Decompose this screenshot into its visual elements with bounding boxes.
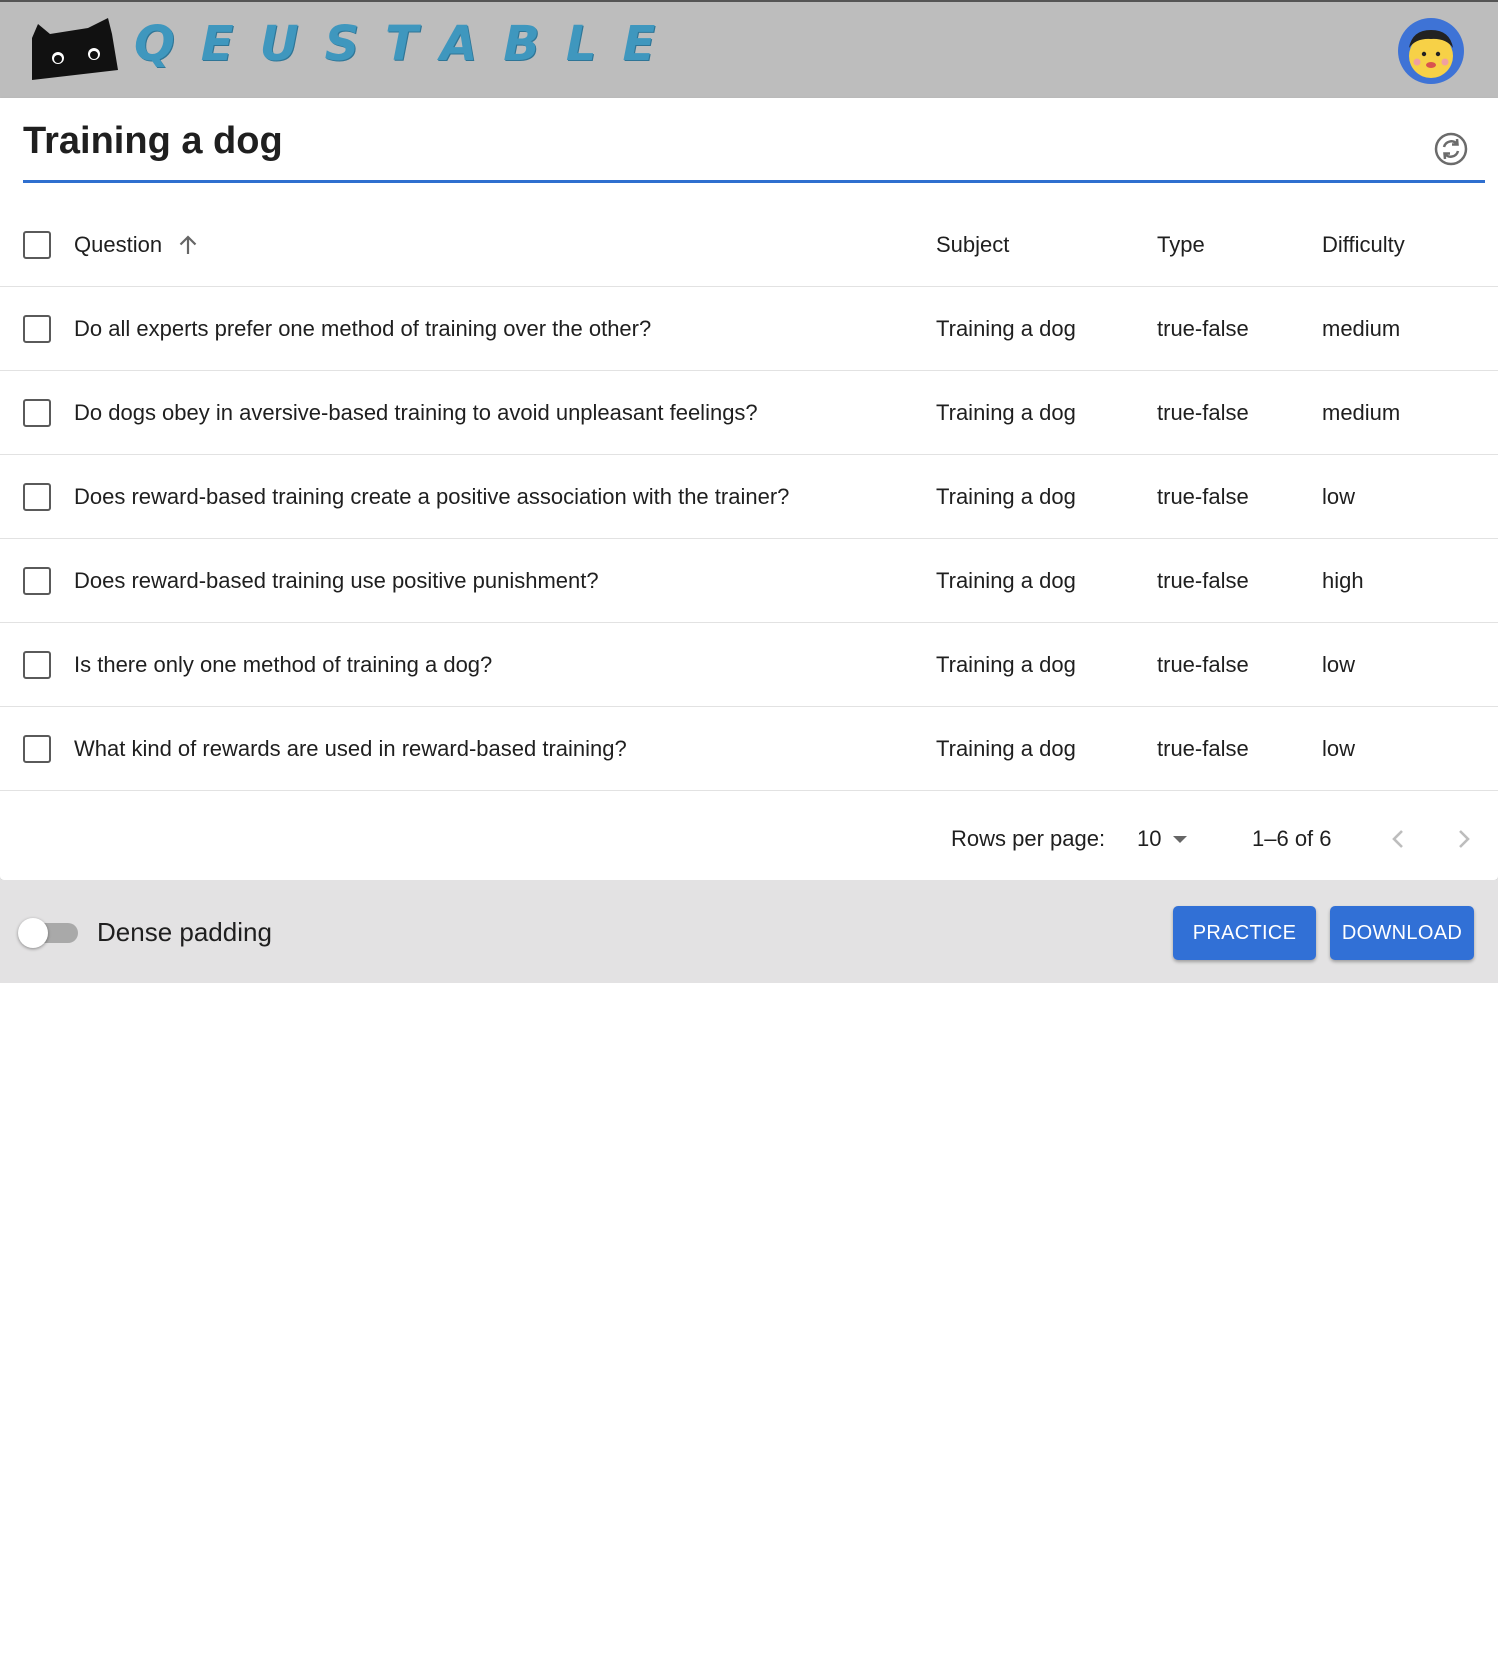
table-row[interactable]: Is there only one method of training a d… xyxy=(0,623,1498,707)
app-logo-text: QEUSTABLE xyxy=(134,16,682,72)
previous-page-icon[interactable] xyxy=(1378,818,1420,860)
subject-cell: Training a dog xyxy=(936,736,1076,761)
row-checkbox[interactable] xyxy=(23,735,51,763)
column-header-difficulty[interactable]: Difficulty xyxy=(1322,203,1405,287)
practice-button[interactable]: PRACTICE xyxy=(1173,906,1316,960)
question-cell: Do all experts prefer one method of trai… xyxy=(74,316,652,341)
refresh-icon[interactable] xyxy=(1432,130,1470,168)
difficulty-cell: medium xyxy=(1322,400,1401,425)
page-title: Training a dog xyxy=(23,120,283,162)
table-row[interactable]: What kind of rewards are used in reward-… xyxy=(0,707,1498,791)
subject-cell: Training a dog xyxy=(936,484,1076,509)
type-cell: true-false xyxy=(1157,568,1249,593)
rows-per-page-label: Rows per page: xyxy=(951,826,1106,851)
rows-per-page-select[interactable]: 10 xyxy=(1136,816,1196,862)
row-checkbox[interactable] xyxy=(23,399,51,427)
column-header-subject[interactable]: Subject xyxy=(936,203,1009,287)
type-cell: true-false xyxy=(1157,316,1249,341)
difficulty-cell: medium xyxy=(1322,316,1401,341)
table-header-row: Question Subject Type Difficulty xyxy=(0,203,1498,287)
column-header-question[interactable]: Question xyxy=(74,203,162,287)
subject-cell: Training a dog xyxy=(936,316,1076,341)
type-cell: true-false xyxy=(1157,400,1249,425)
download-button[interactable]: DOWNLOAD xyxy=(1330,906,1474,960)
dense-padding-toggle[interactable] xyxy=(18,916,80,948)
difficulty-cell: low xyxy=(1322,652,1356,677)
type-cell: true-false xyxy=(1157,736,1249,761)
sort-ascending-icon[interactable] xyxy=(176,233,200,257)
subject-cell: Training a dog xyxy=(936,568,1076,593)
question-cell: What kind of rewards are used in reward-… xyxy=(74,736,627,761)
column-header-type[interactable]: Type xyxy=(1157,203,1205,287)
table-row[interactable]: Do all experts prefer one method of trai… xyxy=(0,287,1498,371)
table-controls-bar: Dense padding PRACTICE DOWNLOAD xyxy=(0,880,1498,983)
difficulty-cell: low xyxy=(1322,484,1356,509)
question-cell: Does reward-based training create a posi… xyxy=(74,484,790,509)
row-checkbox[interactable] xyxy=(23,567,51,595)
rows-per-page-value: 10 xyxy=(1137,826,1162,851)
question-table-card: Training a dog Question Subject Type Dif… xyxy=(0,98,1498,880)
row-checkbox[interactable] xyxy=(23,483,51,511)
toggle-thumb xyxy=(18,918,48,948)
top-app-bar: QEUSTABLE xyxy=(0,0,1498,98)
type-cell: true-false xyxy=(1157,484,1249,509)
table-pagination: Rows per page: 10 1–6 of 6 xyxy=(0,798,1498,880)
type-cell: true-false xyxy=(1157,652,1249,677)
row-checkbox[interactable] xyxy=(23,315,51,343)
cat-icon xyxy=(32,18,118,80)
user-avatar-icon[interactable] xyxy=(1398,18,1464,84)
row-checkbox[interactable] xyxy=(23,651,51,679)
dense-padding-label: Dense padding xyxy=(97,917,272,947)
pagination-range: 1–6 of 6 xyxy=(1252,826,1332,851)
select-all-checkbox[interactable] xyxy=(23,231,51,259)
next-page-icon[interactable] xyxy=(1442,818,1484,860)
chevron-down-icon xyxy=(1173,836,1187,843)
question-cell: Is there only one method of training a d… xyxy=(74,652,493,677)
question-cell: Do dogs obey in aversive-based training … xyxy=(74,400,758,425)
subject-cell: Training a dog xyxy=(936,400,1076,425)
difficulty-cell: high xyxy=(1322,568,1364,593)
table-row[interactable]: Do dogs obey in aversive-based training … xyxy=(0,371,1498,455)
table-row[interactable]: Does reward-based training create a posi… xyxy=(0,455,1498,539)
question-cell: Does reward-based training use positive … xyxy=(74,568,599,593)
title-underline xyxy=(23,180,1485,183)
table-row[interactable]: Does reward-based training use positive … xyxy=(0,539,1498,623)
difficulty-cell: low xyxy=(1322,736,1356,761)
subject-cell: Training a dog xyxy=(936,652,1076,677)
